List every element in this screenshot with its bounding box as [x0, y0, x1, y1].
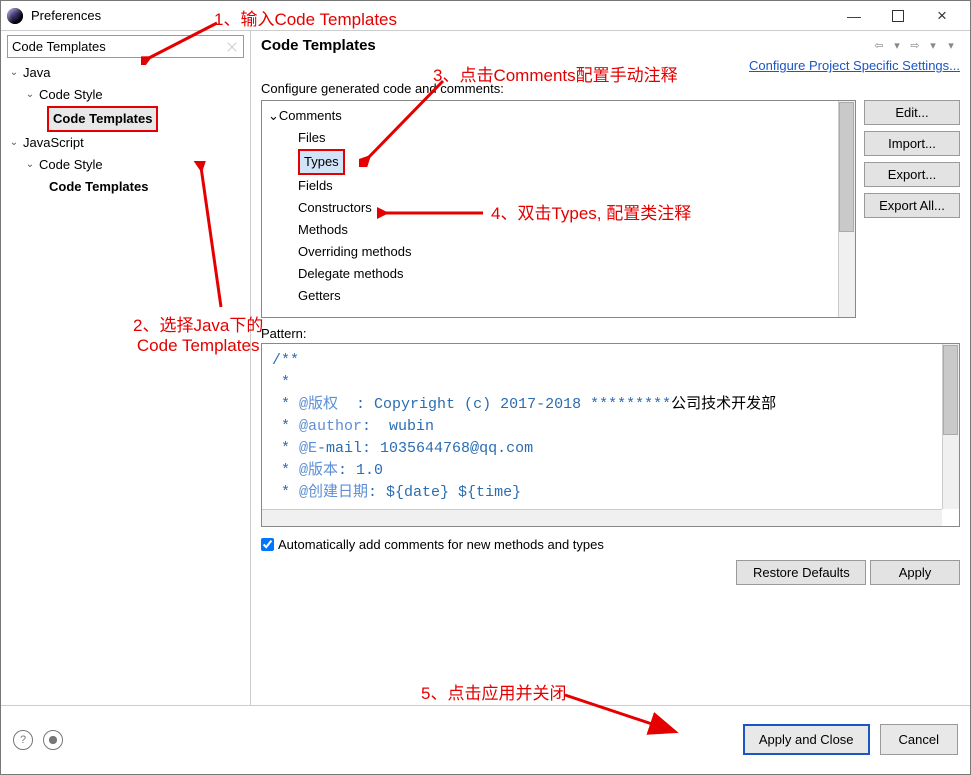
maximize-button[interactable]: [876, 2, 920, 30]
filter-input[interactable]: [8, 36, 243, 57]
edit-button[interactable]: Edit...: [864, 100, 960, 125]
tree-item-files[interactable]: Files: [268, 127, 849, 149]
page-title: Code Templates: [261, 37, 376, 54]
nav-toolbar: ⇦▾ ⇨▾ ▾: [870, 39, 960, 52]
close-button[interactable]: ×: [920, 2, 964, 30]
templates-scrollbar[interactable]: [838, 101, 855, 317]
pattern-textarea[interactable]: /** * * @版权 : Copyright (c) 2017-2018 **…: [261, 343, 960, 527]
export-all-button[interactable]: Export All...: [864, 193, 960, 218]
filter-input-wrap[interactable]: [7, 35, 244, 58]
help-icon[interactable]: ?: [13, 730, 33, 750]
restore-defaults-button[interactable]: Restore Defaults: [736, 560, 866, 585]
configure-label: Configure generated code and comments:: [261, 81, 960, 96]
export-button[interactable]: Export...: [864, 162, 960, 187]
minimize-button[interactable]: —: [832, 2, 876, 30]
tree-item-comments[interactable]: ⌄Comments: [268, 105, 849, 127]
pattern-vscroll[interactable]: [942, 344, 959, 509]
import-button[interactable]: Import...: [864, 131, 960, 156]
content-pane: Code Templates ⇦▾ ⇨▾ ▾ Configure Project…: [251, 31, 970, 705]
progress-icon[interactable]: [43, 730, 63, 750]
auto-comments-checkbox[interactable]: [261, 538, 274, 551]
apply-button[interactable]: Apply: [870, 560, 960, 585]
nav-back-icon[interactable]: ⇦: [870, 39, 888, 52]
nav-back-menu-icon[interactable]: ▾: [888, 39, 906, 52]
tree-item-getters[interactable]: Getters: [268, 285, 849, 307]
auto-comments-label: Automatically add comments for new metho…: [278, 537, 604, 552]
tree-item-delegate[interactable]: Delegate methods: [268, 263, 849, 285]
tree-item-constructors[interactable]: Constructors: [268, 197, 849, 219]
nav-menu-icon[interactable]: ▾: [942, 39, 960, 52]
tree-item-js-codestyle[interactable]: ⌄Code Style: [7, 154, 244, 176]
configure-project-link[interactable]: Configure Project Specific Settings...: [749, 58, 960, 73]
tree-item-js-codetemplates[interactable]: Code Templates: [7, 176, 244, 198]
window-title: Preferences: [31, 8, 832, 23]
pattern-hscroll[interactable]: [262, 509, 942, 526]
apply-and-close-button[interactable]: Apply and Close: [743, 724, 870, 755]
eclipse-icon: [7, 8, 23, 24]
preferences-tree[interactable]: ⌄Java ⌄Code Style Code Templates ⌄JavaSc…: [7, 62, 244, 198]
tree-item-java[interactable]: ⌄Java: [7, 62, 244, 84]
tree-item-java-codestyle[interactable]: ⌄Code Style: [7, 84, 244, 106]
tree-item-overriding[interactable]: Overriding methods: [268, 241, 849, 263]
pattern-label: Pattern:: [261, 326, 960, 341]
tree-item-types[interactable]: Types: [268, 149, 849, 175]
nav-fwd-menu-icon[interactable]: ▾: [924, 39, 942, 52]
main-split: ⌄Java ⌄Code Style Code Templates ⌄JavaSc…: [1, 31, 970, 705]
nav-fwd-icon[interactable]: ⇨: [906, 39, 924, 52]
tree-item-fields[interactable]: Fields: [268, 175, 849, 197]
clear-icon[interactable]: [225, 40, 239, 54]
tree-item-java-codetemplates[interactable]: Code Templates: [7, 106, 244, 132]
tree-item-methods[interactable]: Methods: [268, 219, 849, 241]
tree-item-javascript[interactable]: ⌄JavaScript: [7, 132, 244, 154]
cancel-button[interactable]: Cancel: [880, 724, 958, 755]
titlebar: Preferences — ×: [1, 1, 970, 31]
sidebar: ⌄Java ⌄Code Style Code Templates ⌄JavaSc…: [1, 31, 251, 705]
templates-tree[interactable]: ⌄Comments Files Types Fields Constructor…: [261, 100, 856, 318]
dialog-footer: ? Apply and Close Cancel: [1, 705, 970, 773]
